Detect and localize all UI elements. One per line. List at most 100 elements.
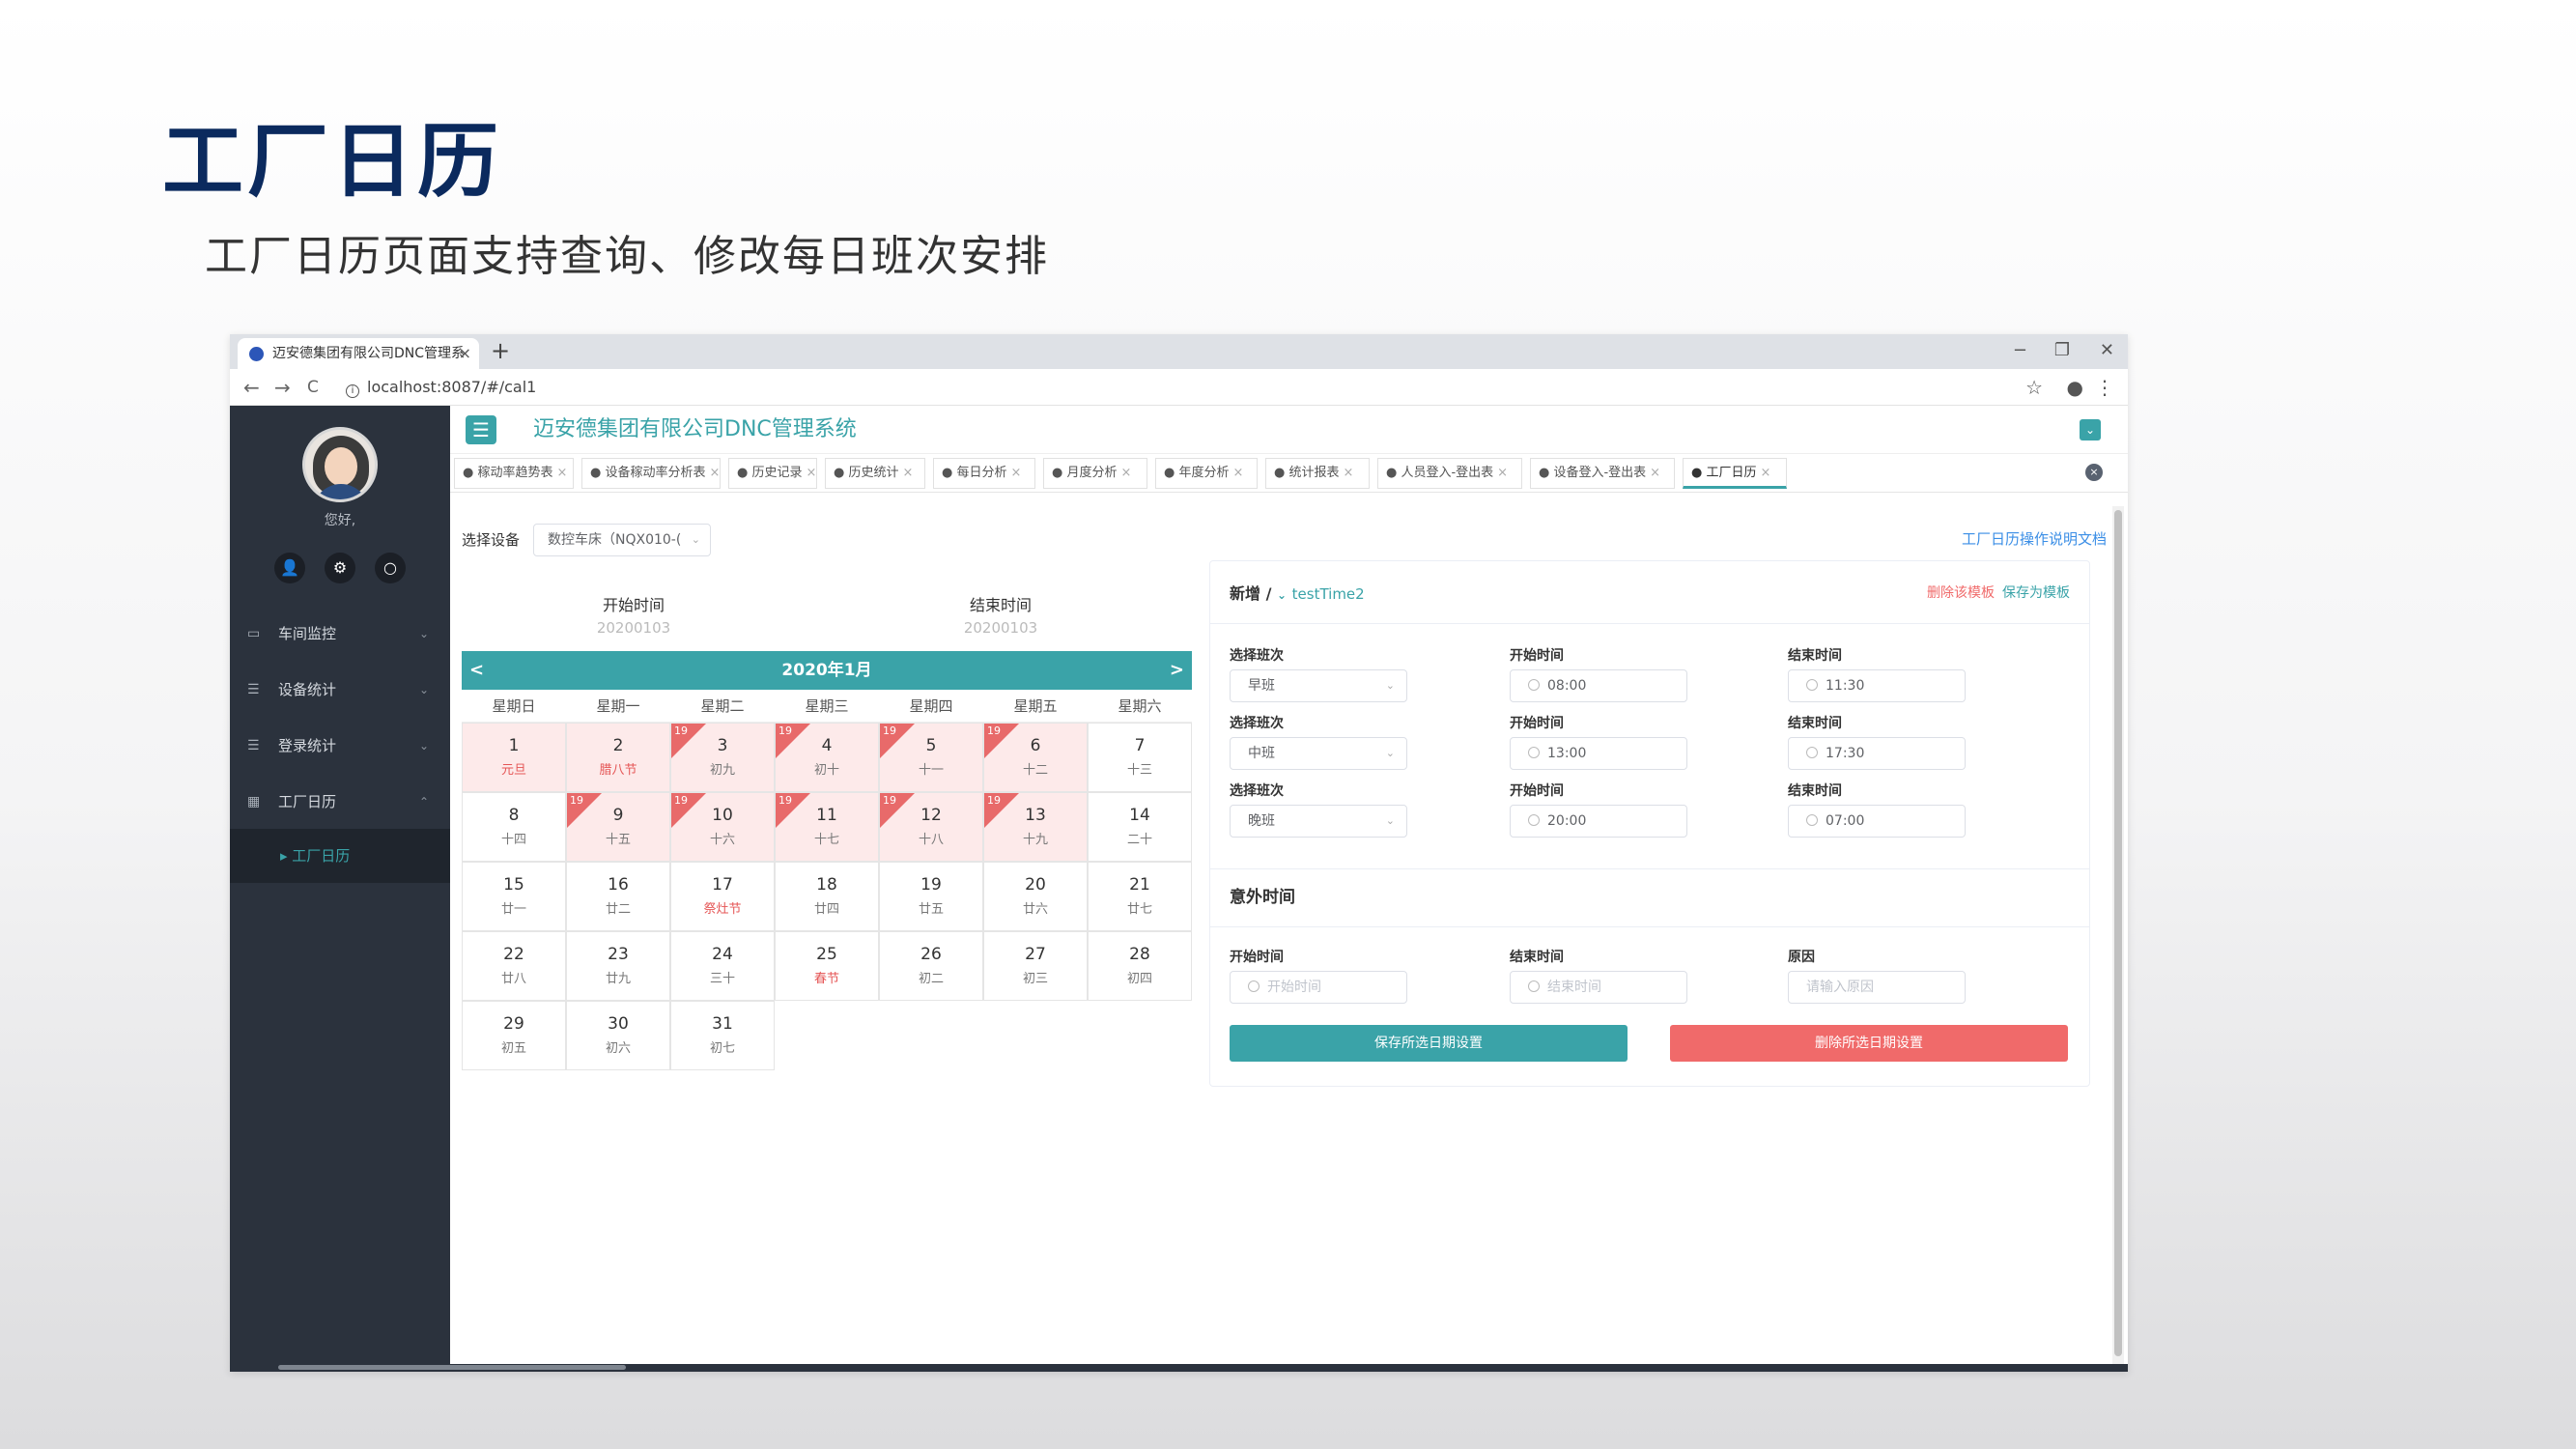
- close-icon[interactable]: ×: [902, 466, 913, 480]
- calendar-day[interactable]: 16 廿二: [566, 862, 670, 931]
- close-icon[interactable]: ×: [1232, 466, 1243, 480]
- close-icon[interactable]: ×: [1650, 466, 1660, 480]
- close-icon[interactable]: ×: [1760, 466, 1770, 480]
- restore-button[interactable]: ❐: [2054, 338, 2070, 363]
- tab-staff-login[interactable]: ● 人员登入-登出表 ×: [1377, 458, 1522, 489]
- tab-daily-analysis[interactable]: ● 每日分析 ×: [933, 458, 1035, 489]
- close-icon[interactable]: ×: [556, 466, 567, 480]
- menu-dots-icon[interactable]: ⋮: [2095, 375, 2114, 400]
- close-window-button[interactable]: ✕: [2100, 338, 2114, 363]
- calendar-day[interactable]: 14 二十: [1088, 792, 1192, 862]
- calendar-day[interactable]: 30 初六: [566, 1001, 670, 1070]
- calendar-day[interactable]: 2 腊八节: [566, 723, 670, 792]
- sidebar-item-workshop-monitor[interactable]: ▭ 车间监控 ⌄: [230, 607, 450, 661]
- next-month-button[interactable]: >: [1170, 651, 1184, 690]
- shift-select-3[interactable]: 晚班 ⌄: [1230, 805, 1407, 838]
- calendar-day[interactable]: 20 廿六: [983, 862, 1088, 931]
- close-icon[interactable]: ×: [1010, 466, 1021, 480]
- calendar-day[interactable]: 19 9 十五: [566, 792, 670, 862]
- vertical-scrollbar[interactable]: [2112, 506, 2124, 1372]
- calendar-day[interactable]: 19 5 十一: [879, 723, 983, 792]
- calendar-day[interactable]: 31 初七: [670, 1001, 775, 1070]
- shift-end-2[interactable]: 17:30: [1788, 737, 1966, 770]
- calendar-day[interactable]: 19 13 十九: [983, 792, 1088, 862]
- calendar-day[interactable]: 7 十三: [1088, 723, 1192, 792]
- reload-icon[interactable]: C: [307, 375, 319, 400]
- reason-input[interactable]: 请输入原因: [1788, 971, 1966, 1004]
- new-tab-button[interactable]: +: [491, 336, 510, 365]
- calendar-day[interactable]: 19 12 十八: [879, 792, 983, 862]
- horizontal-scrollbar[interactable]: [230, 1364, 2128, 1372]
- user-icon[interactable]: 👤: [274, 553, 305, 583]
- unexpected-start-input[interactable]: 开始时间: [1230, 971, 1407, 1004]
- calendar-day[interactable]: 22 廿八: [462, 931, 566, 1001]
- tab-history-stats[interactable]: ● 历史统计 ×: [825, 458, 925, 489]
- calendar-day[interactable]: 25 春节: [775, 931, 879, 1001]
- calendar-day[interactable]: 23 廿九: [566, 931, 670, 1001]
- calendar-day[interactable]: 24 三十: [670, 931, 775, 1001]
- close-icon[interactable]: ×: [1497, 466, 1508, 480]
- settings-gear-icon[interactable]: ⚙: [325, 553, 355, 583]
- calendar-day[interactable]: 26 初二: [879, 931, 983, 1001]
- calendar-day[interactable]: 19 6 十二: [983, 723, 1088, 792]
- help-doc-link[interactable]: 工厂日历操作说明文档: [1962, 526, 2107, 553]
- tab-utilization-trend[interactable]: ● 稼动率趋势表 ×: [454, 458, 574, 489]
- tab-device-utilization[interactable]: ● 设备稼动率分析表 ×: [581, 458, 721, 489]
- shift-end-3[interactable]: 07:00: [1788, 805, 1966, 838]
- avatar[interactable]: [302, 427, 378, 502]
- calendar-day[interactable]: 8 十四: [462, 792, 566, 862]
- back-icon[interactable]: ←: [243, 375, 260, 400]
- shift-select-2[interactable]: 中班 ⌄: [1230, 737, 1407, 770]
- delete-template-link[interactable]: 删除该模板: [1927, 582, 1995, 604]
- tab-stats-report[interactable]: ● 统计报表 ×: [1265, 458, 1370, 489]
- shift-start-1[interactable]: 08:00: [1510, 669, 1687, 702]
- scrollbar-thumb[interactable]: [278, 1365, 626, 1370]
- calendar-day[interactable]: 21 廿七: [1088, 862, 1192, 931]
- sidebar-item-device-stats[interactable]: ☰ 设备统计 ⌄: [230, 663, 450, 717]
- power-icon[interactable]: ○: [375, 553, 406, 583]
- sidebar-item-factory-calendar[interactable]: ▦ 工厂日历 ⌃: [230, 775, 450, 829]
- calendar-day[interactable]: 19 3 初九: [670, 723, 775, 792]
- close-all-tabs-icon[interactable]: ×: [2085, 464, 2103, 481]
- tab-monthly-analysis[interactable]: ● 月度分析 ×: [1043, 458, 1147, 489]
- url-field[interactable]: i localhost:8087/#/cal1: [346, 375, 536, 400]
- expand-icon[interactable]: ⌄: [2080, 419, 2101, 440]
- shift-start-2[interactable]: 13:00: [1510, 737, 1687, 770]
- calendar-day[interactable]: 19 10 十六: [670, 792, 775, 862]
- shift-start-3[interactable]: 20:00: [1510, 805, 1687, 838]
- close-tab-icon[interactable]: ×: [459, 338, 471, 369]
- calendar-day[interactable]: 19 11 十七: [775, 792, 879, 862]
- forward-icon[interactable]: →: [274, 375, 291, 400]
- bookmark-star-icon[interactable]: ☆: [2025, 375, 2043, 400]
- tab-factory-calendar[interactable]: ● 工厂日历 ×: [1683, 458, 1787, 489]
- panel-title[interactable]: 新增 / ⌄ testTime2: [1230, 582, 1365, 607]
- prev-month-button[interactable]: <: [469, 651, 484, 690]
- calendar-day[interactable]: 1 元旦: [462, 723, 566, 792]
- close-icon[interactable]: ×: [1343, 466, 1353, 480]
- calendar-day[interactable]: 19 廿五: [879, 862, 983, 931]
- tab-yearly-analysis[interactable]: ● 年度分析 ×: [1155, 458, 1258, 489]
- close-icon[interactable]: ×: [806, 466, 816, 480]
- hamburger-menu-icon[interactable]: ☰: [466, 415, 496, 444]
- save-selected-dates-button[interactable]: 保存所选日期设置: [1230, 1025, 1628, 1062]
- browser-tab[interactable]: 迈安德集团有限公司DNC管理系 ×: [238, 338, 479, 369]
- calendar-day[interactable]: 15 廿一: [462, 862, 566, 931]
- device-select[interactable]: 数控车床（NQX010-(⌄: [533, 524, 711, 556]
- minimize-button[interactable]: −: [2013, 338, 2027, 363]
- tab-device-login[interactable]: ● 设备登入-登出表 ×: [1530, 458, 1675, 489]
- delete-selected-dates-button[interactable]: 删除所选日期设置: [1670, 1025, 2068, 1062]
- unexpected-end-input[interactable]: 结束时间: [1510, 971, 1687, 1004]
- tab-history-records[interactable]: ● 历史记录 ×: [728, 458, 817, 489]
- close-icon[interactable]: ×: [1120, 466, 1131, 480]
- calendar-day[interactable]: 17 祭灶节: [670, 862, 775, 931]
- close-icon[interactable]: ×: [709, 466, 720, 480]
- profile-icon[interactable]: ●: [2067, 375, 2083, 400]
- calendar-day[interactable]: 28 初四: [1088, 931, 1192, 1001]
- calendar-day[interactable]: 19 4 初十: [775, 723, 879, 792]
- calendar-day[interactable]: 18 廿四: [775, 862, 879, 931]
- shift-select-1[interactable]: 早班 ⌄: [1230, 669, 1407, 702]
- calendar-day[interactable]: 29 初五: [462, 1001, 566, 1070]
- scrollbar-thumb[interactable]: [2114, 510, 2122, 1356]
- sidebar-subitem-factory-calendar[interactable]: ▸ 工厂日历: [230, 829, 450, 883]
- calendar-day[interactable]: 27 初三: [983, 931, 1088, 1001]
